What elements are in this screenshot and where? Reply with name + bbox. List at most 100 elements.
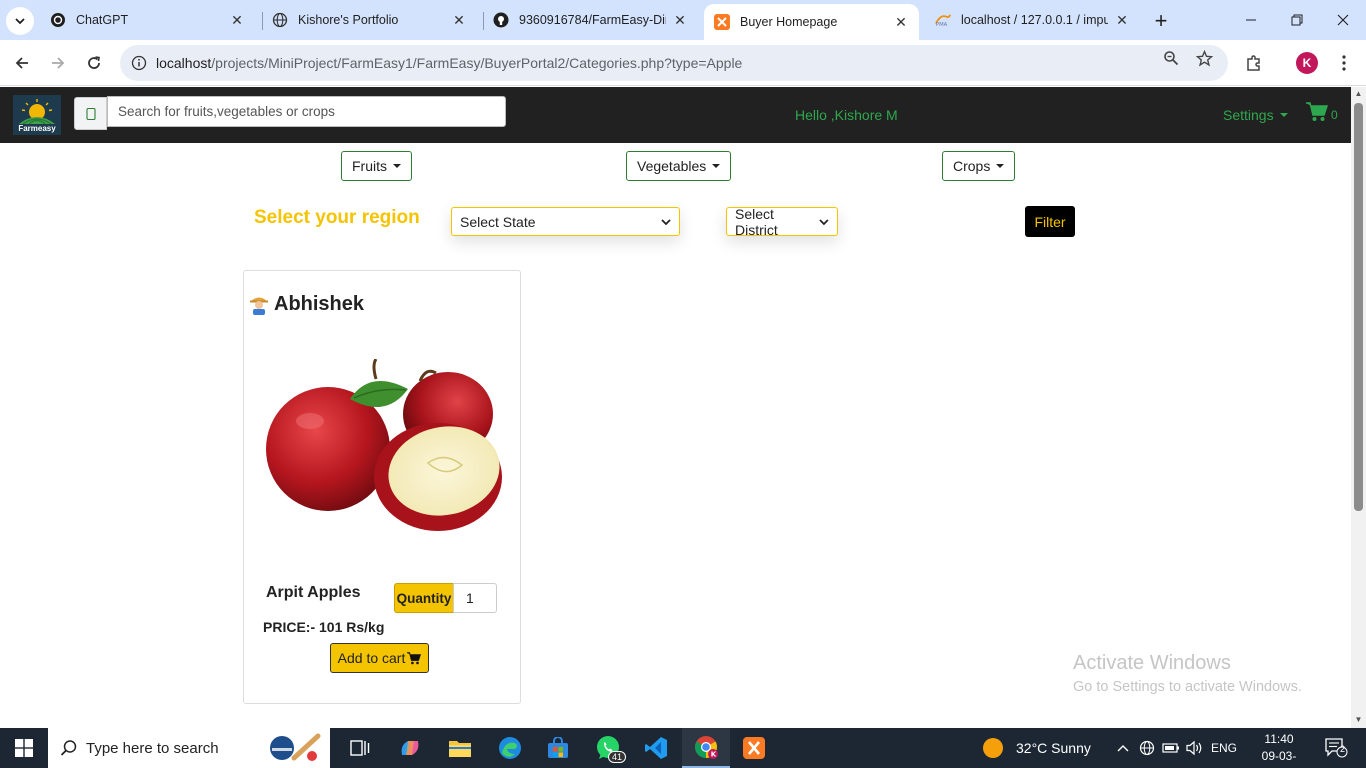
caret-down-icon (712, 164, 721, 168)
quantity-input[interactable] (453, 583, 497, 613)
phpmyadmin-icon: PMA (935, 12, 951, 28)
cart-count: 0 (1331, 108, 1338, 122)
search-input[interactable] (107, 96, 506, 127)
svg-text:K: K (711, 751, 717, 759)
chrome-button[interactable]: K (682, 728, 730, 768)
logo-text: Farmeasy (18, 124, 56, 133)
search-button[interactable] (74, 97, 107, 130)
close-icon[interactable]: ✕ (451, 12, 467, 28)
farmer-icon (250, 297, 268, 315)
sunrise-field-icon (19, 99, 55, 124)
tab-search-button[interactable] (6, 7, 34, 35)
address-bar[interactable]: localhost/projects/MiniProject/FarmEasy1… (120, 45, 1228, 81)
profile-button[interactable]: K (1291, 47, 1323, 79)
category-label: Fruits (352, 158, 387, 174)
volume-button[interactable] (1184, 728, 1206, 768)
caret-down-icon (393, 164, 401, 168)
reload-button[interactable] (78, 47, 110, 79)
arrow-right-icon (52, 57, 65, 69)
github-icon (493, 12, 509, 28)
crops-dropdown-button[interactable]: Crops (942, 151, 1016, 181)
network-button[interactable] (1136, 728, 1158, 768)
whatsapp-button[interactable]: 41 (584, 728, 632, 768)
xampp-icon (743, 737, 765, 759)
settings-label: Settings (1223, 107, 1274, 123)
product-price: PRICE:- 101 Rs/kg (263, 619, 385, 635)
clock-time: 11:40 (1264, 732, 1294, 746)
url-path: /projects/MiniProject/FarmEasy1/FarmEasy… (211, 55, 743, 71)
tab-title: Kishore's Portfolio (298, 13, 399, 27)
close-icon[interactable]: ✕ (229, 12, 245, 28)
tab-chatgpt[interactable]: ChatGPT ✕ (40, 4, 255, 36)
scrollbar-thumb[interactable] (1354, 103, 1363, 511)
speaker-icon (1186, 740, 1202, 756)
state-select[interactable]: Select State (451, 207, 680, 236)
back-button[interactable] (6, 47, 38, 79)
forward-button[interactable] (42, 47, 74, 79)
task-view-button[interactable] (336, 728, 384, 768)
restore-button[interactable] (1274, 0, 1320, 40)
copilot-icon (401, 741, 419, 755)
browser-menu-button[interactable] (1328, 47, 1360, 79)
search-icon (60, 740, 77, 756)
zoom-icon[interactable] (1162, 49, 1180, 67)
notification-count: 2 (1340, 744, 1346, 754)
activate-windows-watermark: Activate Windows Go to Settings to activ… (1073, 652, 1302, 695)
add-to-cart-label: Add to cart (337, 650, 406, 666)
fruits-dropdown-button[interactable]: Fruits (341, 151, 412, 181)
xampp-button[interactable] (730, 728, 778, 768)
vegetables-dropdown-button[interactable]: Vegetables (626, 151, 732, 181)
chrome-icon: K (695, 736, 718, 759)
vscode-button[interactable] (632, 728, 680, 768)
product-name: Arpit Apples (266, 584, 361, 601)
add-to-cart-button[interactable]: Add to cart (330, 643, 429, 673)
scroll-down-arrow-icon[interactable]: ▼ (1354, 715, 1363, 724)
avatar: K (1296, 52, 1318, 74)
settings-dropdown[interactable]: Settings (1223, 107, 1288, 123)
edge-button[interactable] (486, 728, 534, 768)
close-icon[interactable]: ✕ (893, 14, 909, 30)
tab-github-farmeasy[interactable]: 9360916784/FarmEasy-Direc ✕ (483, 4, 698, 36)
minimize-icon (1246, 19, 1256, 21)
notifications-button[interactable]: 2 (1316, 728, 1356, 768)
chevron-up-icon (1117, 745, 1129, 752)
farmeasy-logo[interactable]: Farmeasy (13, 95, 61, 135)
taskbar-clock[interactable]: 11:40 09-03-2025 (1250, 731, 1308, 768)
district-select[interactable]: Select District (726, 206, 838, 238)
extensions-button[interactable] (1238, 47, 1270, 79)
taskbar-search-box[interactable]: Type here to search (48, 728, 330, 768)
close-icon[interactable]: ✕ (672, 12, 688, 28)
weather-widget[interactable]: 32°C Sunny (982, 728, 1094, 768)
minimize-button[interactable] (1228, 0, 1274, 40)
bookmark-star-icon[interactable] (1195, 49, 1213, 67)
globe-icon (272, 12, 288, 28)
windows-taskbar: Type here to search 41 K 32°C Sunny ENG … (0, 728, 1366, 768)
language-indicator[interactable]: ENG (1208, 728, 1240, 768)
store-button[interactable] (534, 728, 582, 768)
farmer-info: Abhishek (250, 293, 364, 316)
battery-button[interactable] (1160, 728, 1182, 768)
page-viewport: Farmeasy Hello ,Kishore M Settings 0 Fru… (0, 87, 1366, 728)
tab-kishores-portfolio[interactable]: Kishore's Portfolio ✕ (262, 4, 477, 36)
start-button[interactable] (0, 728, 48, 768)
page-scrollbar[interactable]: ▲ ▼ (1351, 87, 1366, 728)
sun-icon (983, 738, 1003, 758)
close-window-button[interactable] (1320, 0, 1366, 40)
tab-buyer-homepage[interactable]: Buyer Homepage ✕ (704, 4, 919, 40)
tab-title: ChatGPT (76, 13, 129, 27)
close-icon[interactable]: ✕ (1114, 12, 1130, 28)
file-explorer-button[interactable] (436, 728, 484, 768)
arrow-left-icon (15, 57, 28, 69)
scroll-up-arrow-icon[interactable]: ▲ (1354, 89, 1363, 98)
new-tab-button[interactable]: + (1148, 8, 1174, 34)
tab-phpmyadmin[interactable]: PMA localhost / 127.0.0.1 / impul ✕ (925, 4, 1140, 36)
xampp-icon (714, 14, 730, 30)
site-info-icon[interactable] (122, 55, 156, 71)
show-hidden-icons-button[interactable] (1112, 728, 1134, 768)
cart-link[interactable]: 0 (1306, 102, 1338, 122)
phone-icon (85, 107, 96, 120)
url-host: localhost (156, 55, 212, 71)
windows-logo-icon (15, 739, 33, 757)
filter-button[interactable]: Filter (1025, 206, 1075, 237)
copilot-button[interactable] (386, 728, 434, 768)
